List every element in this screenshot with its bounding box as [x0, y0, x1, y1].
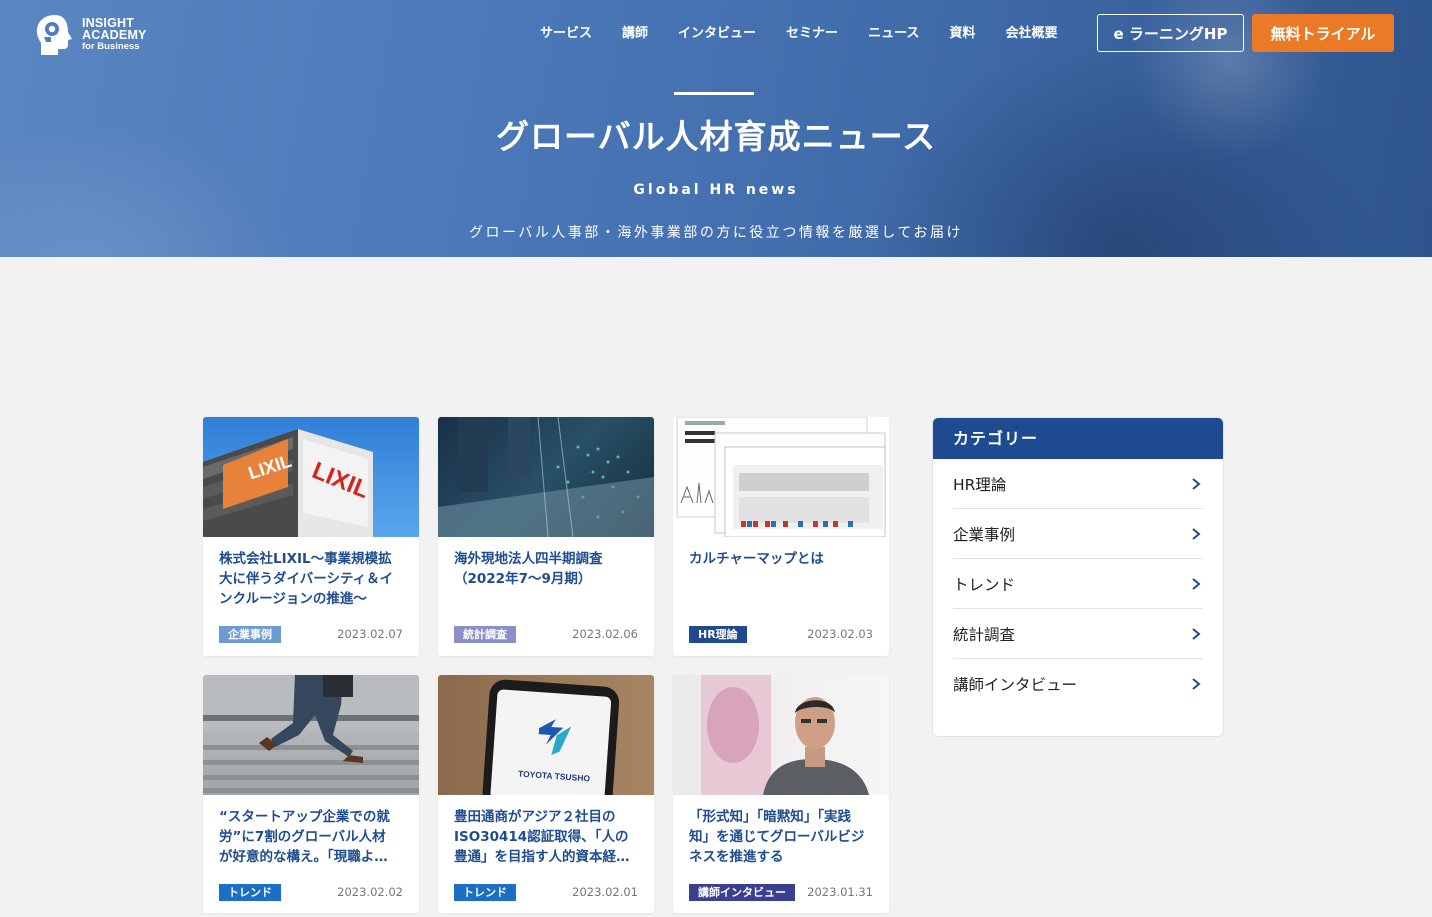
article-date: 2023.01.31	[807, 885, 873, 899]
category-sidebar: カテゴリー HR理論 企業事例 トレンド 統計調査 講師インタビュー	[932, 417, 1224, 737]
sidebar-item-trends[interactable]: トレンド	[953, 559, 1203, 609]
sidebar-item-label: HR理論	[953, 475, 1007, 494]
nav-item-news[interactable]: ニュース	[868, 25, 919, 45]
category-badge[interactable]: HR理論	[689, 626, 747, 643]
sidebar-item-case-studies[interactable]: 企業事例	[953, 509, 1203, 559]
head-icon	[36, 15, 72, 55]
article-card[interactable]: カルチャーマップとは HR理論 2023.02.03	[673, 417, 889, 656]
article-title-line: 労”に7割のグローバル人材	[219, 829, 386, 845]
document-slides-image	[676, 417, 886, 537]
article-card[interactable]: 海外現地法人四半期調査 （2022年7～9月期） 統計調査 2023.02.06	[438, 417, 654, 656]
page-description: グローバル人事部・海外事業部の方に役立つ情報を厳選してお届け	[468, 225, 964, 241]
sidebar-item-label: 講師インタビュー	[953, 676, 1078, 694]
running-person-image	[203, 675, 419, 793]
page-title: グローバル人材育成ニュース	[495, 117, 937, 156]
article-date: 2023.02.06	[572, 627, 638, 641]
article-thumbnail: LIXIL LIXIL	[203, 417, 419, 537]
article-title-line: 豊田通商がアジア２社目の	[454, 809, 616, 825]
article-title-line: ネスを推進する	[689, 849, 784, 865]
logo-line-3: for Business	[82, 41, 140, 52]
article-title-line: が好意的な構え。「現職よ…	[219, 849, 388, 865]
data-world-image	[438, 417, 654, 537]
category-badge[interactable]: 統計調査	[454, 626, 516, 643]
article-card[interactable]: TOYOTA TSUSHO 豊田通商がアジア２社目の ISO30414認証取得、…	[438, 675, 654, 913]
article-title-line: 株式会社LIXIL～事業規模拡	[219, 551, 392, 567]
article-date: 2023.02.07	[337, 627, 403, 641]
site-logo[interactable]: INSIGHT ACADEMY for Business	[32, 11, 162, 59]
sidebar-item-label: 企業事例	[953, 525, 1016, 544]
article-title-line: 「形式知」「暗黙知」「実践	[689, 809, 851, 825]
category-badge[interactable]: トレンド	[454, 884, 516, 901]
article-title-line: カルチャーマップとは	[689, 551, 824, 567]
article-card[interactable]: 「形式知」「暗黙知」「実践 知」を通じてグローバルビジ ネスを推進する 講師イン…	[673, 675, 889, 913]
sidebar-item-hr-theory[interactable]: HR理論	[953, 459, 1203, 509]
article-title-line: 大に伴うダイバーシティ＆イ	[219, 571, 394, 587]
interview-portrait-image	[701, 675, 869, 795]
logo-text: INSIGHT ACADEMY for Business	[82, 17, 147, 53]
chevron-right-icon	[1192, 577, 1201, 590]
nav-item-instructors[interactable]: 講師	[622, 25, 648, 45]
sidebar-heading: カテゴリー	[933, 418, 1223, 459]
article-title-line: 海外現地法人四半期調査	[454, 551, 603, 567]
article-thumbnail	[673, 417, 889, 537]
article-title-line: （2022年7～9月期）	[454, 571, 592, 587]
article-card[interactable]: “スタートアップ企業での就 労”に7割のグローバル人材 が好意的な構え。「現職よ…	[203, 675, 419, 913]
sidebar-item-label: トレンド	[953, 575, 1016, 594]
chevron-right-icon	[1192, 627, 1201, 640]
article-thumbnail	[438, 417, 654, 537]
nav-item-company[interactable]: 会社概要	[1005, 25, 1057, 45]
article-title: 海外現地法人四半期調査 （2022年7～9月期）	[454, 549, 640, 589]
article-thumbnail	[673, 675, 889, 795]
nav-item-services[interactable]: サービス	[540, 25, 592, 45]
article-title-line: ンクルージョンの推進～	[219, 591, 367, 607]
sidebar-item-label: 統計調査	[953, 625, 1016, 644]
elearning-button[interactable]: e ラーニングHP	[1097, 14, 1244, 52]
sidebar-item-instructor-interview[interactable]: 講師インタビュー	[953, 659, 1203, 709]
article-title-line: ISO30414認証取得、「人の	[454, 829, 629, 845]
article-date: 2023.02.02	[337, 885, 403, 899]
logo-line-2: ACADEMY	[82, 28, 147, 42]
chevron-right-icon	[1192, 527, 1201, 540]
chevron-right-icon	[1192, 678, 1201, 690]
article-date: 2023.02.01	[572, 885, 638, 899]
article-title: 株式会社LIXIL～事業規模拡 大に伴うダイバーシティ＆イ ンクルージョンの推進…	[219, 549, 405, 609]
hero-divider	[674, 92, 754, 95]
category-badge[interactable]: トレンド	[219, 884, 281, 901]
article-thumbnail: TOYOTA TSUSHO	[438, 675, 654, 795]
nav-item-seminars[interactable]: セミナー	[786, 25, 838, 45]
article-title: 「形式知」「暗黙知」「実践 知」を通じてグローバルビジ ネスを推進する	[689, 807, 875, 867]
category-list: HR理論 企業事例 トレンド 統計調査 講師インタビュー	[933, 459, 1223, 709]
free-trial-button[interactable]: 無料トライアル	[1252, 14, 1394, 52]
article-title: カルチャーマップとは	[689, 549, 875, 569]
sidebar-item-statistics[interactable]: 統計調査	[953, 609, 1203, 659]
article-title-line: 知」を通じてグローバルビジ	[689, 829, 865, 845]
chevron-right-icon	[1192, 477, 1201, 490]
article-title: 豊田通商がアジア２社目の ISO30414認証取得、「人の 豊通」を目指す人的資…	[454, 807, 640, 867]
main-nav: サービス 講師 インタビュー セミナー ニュース 資料 会社概要	[540, 25, 1087, 45]
article-card[interactable]: LIXIL LIXIL 株式会社LIXIL～事業規模拡 大に伴うダイバーシティ＆…	[203, 417, 419, 656]
article-title-line: “スタートアップ企業での就	[219, 809, 390, 825]
category-badge[interactable]: 企業事例	[219, 626, 281, 643]
article-thumbnail	[203, 675, 419, 795]
page-subtitle: Global HR news	[633, 182, 799, 198]
article-date: 2023.02.03	[807, 627, 873, 641]
article-title: “スタートアップ企業での就 労”に7割のグローバル人材 が好意的な構え。「現職よ…	[219, 807, 405, 867]
category-badge[interactable]: 講師インタビュー	[689, 884, 795, 901]
article-title-line: 豊通」を目指す人的資本経…	[454, 849, 630, 865]
nav-item-interviews[interactable]: インタビュー	[678, 25, 756, 45]
nav-item-resources[interactable]: 資料	[949, 25, 975, 45]
hero-banner: INSIGHT ACADEMY for Business サービス 講師 インタ…	[0, 0, 1432, 257]
